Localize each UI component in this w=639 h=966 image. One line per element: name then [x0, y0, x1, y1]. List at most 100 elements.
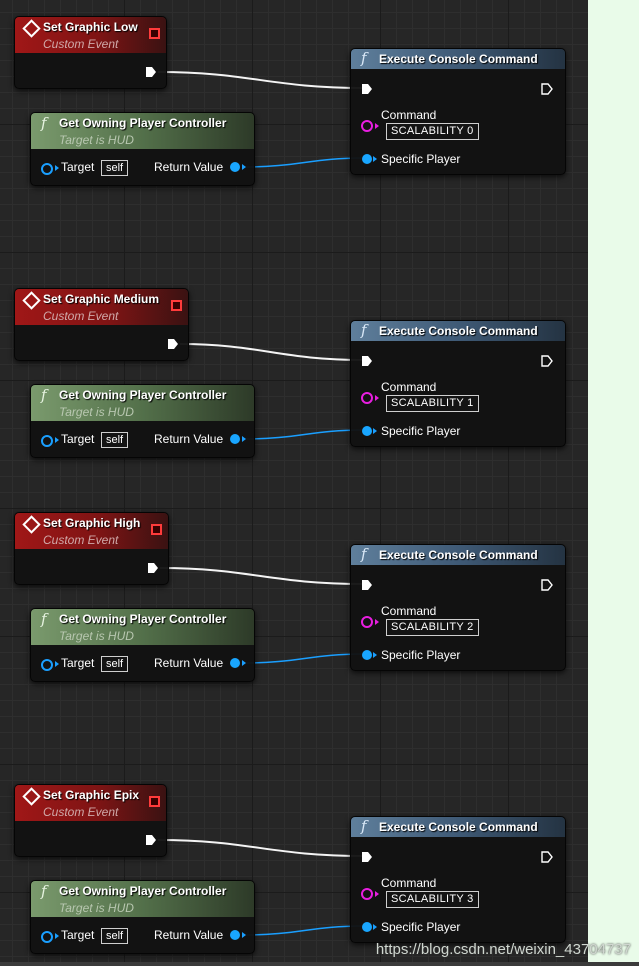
target-label: Target	[61, 432, 95, 446]
pure-node-title: Get Owning Player Controller	[59, 884, 227, 898]
exec-input-pin[interactable]	[361, 355, 373, 367]
exec-output-pin[interactable]	[541, 355, 553, 367]
function-icon: f	[41, 386, 47, 404]
function-node-execute-console-command[interactable]: f Execute Console Command Command SCALAB…	[350, 544, 566, 671]
exec-output-pin[interactable]	[145, 834, 157, 846]
function-node-title: Execute Console Command	[379, 548, 538, 562]
specific-player-input-pin[interactable]	[362, 650, 372, 660]
return-value-output-pin[interactable]	[230, 162, 240, 172]
command-value-field[interactable]: SCALABILITY 3	[386, 891, 479, 908]
target-input-pin[interactable]	[41, 659, 53, 671]
return-value-label: Return Value	[154, 160, 224, 174]
function-node-execute-console-command[interactable]: f Execute Console Command Command SCALAB…	[350, 816, 566, 943]
pin-arrow-icon	[375, 123, 379, 129]
function-icon: f	[41, 114, 47, 132]
target-label: Target	[61, 928, 95, 942]
command-value-field[interactable]: SCALABILITY 0	[386, 123, 479, 140]
exec-output-pin[interactable]	[541, 579, 553, 591]
event-diamond-icon	[22, 19, 41, 38]
specific-player-input-pin[interactable]	[362, 154, 372, 164]
pure-node-subtitle: Target is HUD	[59, 629, 134, 643]
return-value-output-pin[interactable]	[230, 434, 240, 444]
event-node-subtitle: Custom Event	[43, 533, 119, 547]
event-node-set-graphic-epix[interactable]: Set Graphic Epix Custom Event	[14, 784, 167, 857]
pure-node-get-owning-player-controller[interactable]: f Get Owning Player Controller Target is…	[30, 880, 255, 954]
specific-player-label: Specific Player	[381, 152, 461, 166]
command-input-pin[interactable]	[361, 392, 373, 404]
function-node-title: Execute Console Command	[379, 820, 538, 834]
function-icon: f	[361, 49, 367, 67]
event-node-set-graphic-medium[interactable]: Set Graphic Medium Custom Event	[14, 288, 189, 361]
event-node-title: Set Graphic Epix	[43, 788, 140, 802]
command-label: Command	[381, 876, 437, 890]
target-label: Target	[61, 160, 95, 174]
specific-player-input-pin[interactable]	[362, 922, 372, 932]
command-input-pin[interactable]	[361, 616, 373, 628]
specific-player-input-pin[interactable]	[362, 426, 372, 436]
exec-input-pin[interactable]	[361, 579, 373, 591]
specific-player-label: Specific Player	[381, 920, 461, 934]
return-value-output-pin[interactable]	[230, 930, 240, 940]
event-node-set-graphic-low[interactable]: Set Graphic Low Custom Event	[14, 16, 167, 89]
exec-output-pin[interactable]	[541, 851, 553, 863]
event-node-subtitle: Custom Event	[43, 309, 119, 323]
pin-arrow-icon	[55, 165, 59, 171]
function-icon: f	[361, 321, 367, 339]
event-node-header: Set Graphic Epix Custom Event	[15, 785, 166, 821]
event-node-subtitle: Custom Event	[43, 37, 119, 51]
pure-node-title: Get Owning Player Controller	[59, 116, 227, 130]
blueprint-graph-canvas[interactable]: Set Graphic Low Custom Event f Get Ownin…	[0, 0, 588, 966]
event-diamond-icon	[22, 515, 41, 534]
target-input-pin[interactable]	[41, 931, 53, 943]
event-node-subtitle: Custom Event	[43, 805, 119, 819]
delegate-pin[interactable]	[171, 300, 182, 311]
target-self-value[interactable]: self	[101, 928, 129, 944]
target-self-value[interactable]: self	[101, 160, 129, 176]
pure-node-subtitle: Target is HUD	[59, 133, 134, 147]
delegate-pin[interactable]	[151, 524, 162, 535]
pin-arrow-icon	[242, 436, 246, 442]
event-node-header: Set Graphic High Custom Event	[15, 513, 168, 549]
pure-node-get-owning-player-controller[interactable]: f Get Owning Player Controller Target is…	[30, 112, 255, 186]
pin-arrow-icon	[373, 652, 377, 658]
function-node-header: f Execute Console Command	[351, 545, 565, 565]
pure-node-title: Get Owning Player Controller	[59, 388, 227, 402]
target-input-pin[interactable]	[41, 163, 53, 175]
exec-output-pin[interactable]	[145, 66, 157, 78]
object-wire	[241, 925, 365, 936]
target-self-value[interactable]: self	[101, 432, 129, 448]
delegate-pin[interactable]	[149, 796, 160, 807]
pin-arrow-icon	[242, 164, 246, 170]
target-self-value[interactable]: self	[101, 656, 129, 672]
pin-arrow-icon	[375, 619, 379, 625]
pure-node-header: f Get Owning Player Controller Target is…	[31, 113, 254, 149]
event-node-set-graphic-high[interactable]: Set Graphic High Custom Event	[14, 512, 169, 585]
exec-output-pin[interactable]	[167, 338, 179, 350]
pure-node-get-owning-player-controller[interactable]: f Get Owning Player Controller Target is…	[30, 384, 255, 458]
function-node-execute-console-command[interactable]: f Execute Console Command Command SCALAB…	[350, 320, 566, 447]
target-input-pin[interactable]	[41, 435, 53, 447]
exec-wire	[179, 343, 365, 361]
return-value-output-pin[interactable]	[230, 658, 240, 668]
pin-arrow-icon	[55, 437, 59, 443]
event-node-title: Set Graphic Medium	[43, 292, 160, 306]
exec-output-pin[interactable]	[541, 83, 553, 95]
exec-input-pin[interactable]	[361, 83, 373, 95]
bottom-strip	[0, 962, 639, 966]
pin-arrow-icon	[55, 661, 59, 667]
pure-node-get-owning-player-controller[interactable]: f Get Owning Player Controller Target is…	[30, 608, 255, 682]
event-diamond-icon	[22, 291, 41, 310]
exec-input-pin[interactable]	[361, 851, 373, 863]
command-input-pin[interactable]	[361, 888, 373, 900]
command-input-pin[interactable]	[361, 120, 373, 132]
function-icon: f	[41, 610, 47, 628]
command-value-field[interactable]: SCALABILITY 1	[386, 395, 479, 412]
delegate-pin[interactable]	[149, 28, 160, 39]
command-label: Command	[381, 108, 437, 122]
object-wire	[241, 157, 365, 168]
command-label: Command	[381, 380, 437, 394]
exec-output-pin[interactable]	[147, 562, 159, 574]
function-icon: f	[361, 817, 367, 835]
command-value-field[interactable]: SCALABILITY 2	[386, 619, 479, 636]
function-node-execute-console-command[interactable]: f Execute Console Command Command SCALAB…	[350, 48, 566, 175]
